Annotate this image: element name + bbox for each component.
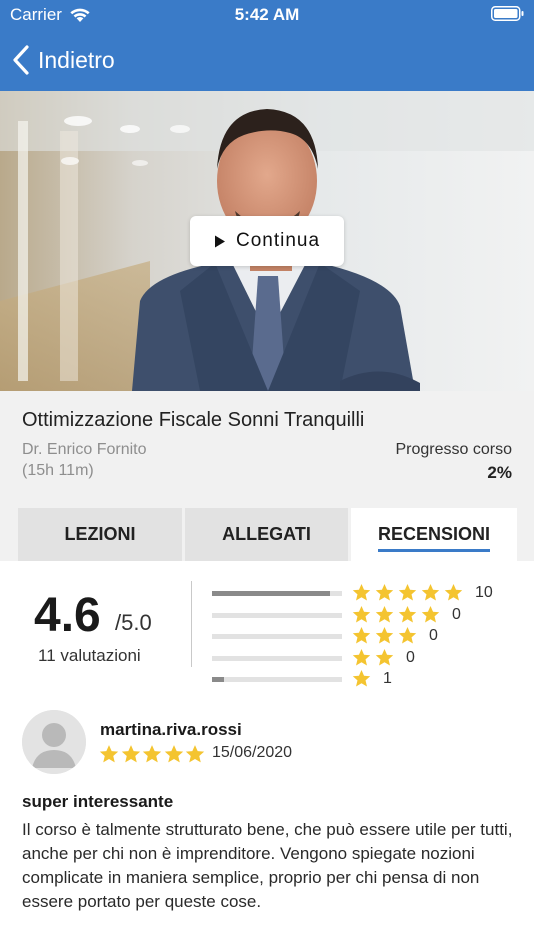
star-icon bbox=[352, 648, 371, 665]
rating-row-5-stars: 10 bbox=[212, 583, 512, 603]
battery-icon bbox=[491, 6, 524, 21]
chevron-left-icon bbox=[13, 45, 29, 75]
star-icon bbox=[375, 605, 394, 622]
continue-label: Continua bbox=[235, 230, 321, 251]
status-bar: Carrier 5:42 AM bbox=[0, 0, 534, 30]
star-icon bbox=[444, 584, 463, 601]
rating-bar bbox=[212, 655, 342, 661]
tab-lezioni[interactable]: LEZIONI bbox=[18, 508, 182, 561]
rating-count: 11 valutazioni bbox=[38, 646, 141, 665]
avatar bbox=[22, 710, 86, 774]
review-stars bbox=[99, 744, 207, 764]
rating-row-1-stars: 1 bbox=[212, 669, 512, 689]
star-icon bbox=[421, 605, 440, 622]
rating-row-count: 0 bbox=[452, 605, 461, 623]
star-icon bbox=[375, 584, 394, 601]
star-icon bbox=[352, 670, 371, 687]
star-icon bbox=[398, 584, 417, 601]
average-score: 4.6 bbox=[34, 589, 101, 642]
review-username: martina.riva.rossi bbox=[100, 720, 242, 739]
rating-bar-fill bbox=[212, 677, 224, 682]
course-hero-video[interactable]: Continua bbox=[0, 91, 534, 391]
tab-lezioni-label: LEZIONI bbox=[64, 524, 136, 544]
course-author: Dr. Enrico Fornito bbox=[22, 441, 147, 458]
rating-bar-fill bbox=[212, 591, 331, 596]
rating-bar bbox=[212, 591, 342, 596]
navigation-bar: Carrier 5:42 AM Indietro bbox=[0, 0, 534, 91]
star-icon bbox=[375, 648, 394, 665]
course-info: Ottimizzazione Fiscale Sonni Tranquilli … bbox=[0, 391, 534, 561]
rating-row-count: 0 bbox=[429, 627, 438, 644]
star-icon bbox=[421, 584, 440, 601]
rating-row-stars bbox=[352, 669, 375, 688]
course-duration: (15h 11m) bbox=[22, 462, 94, 479]
review-date: 15/06/2020 bbox=[212, 744, 293, 761]
review-body: Il corso è talmente strutturato bene, ch… bbox=[22, 820, 513, 911]
star-icon bbox=[99, 745, 119, 763]
continue-button[interactable]: Continua bbox=[190, 216, 344, 266]
star-icon bbox=[142, 745, 162, 763]
progress-value: 2% bbox=[487, 463, 512, 482]
user-avatar-icon bbox=[22, 710, 86, 774]
review-title: super interessante bbox=[22, 792, 174, 811]
max-score: /5.0 bbox=[115, 610, 152, 635]
course-tabs: LEZIONI ALLEGATI RECENSIONI bbox=[0, 508, 534, 561]
rating-row-3-stars: 0 bbox=[212, 626, 512, 646]
tab-allegati-label: ALLEGATI bbox=[222, 524, 311, 544]
rating-row-stars bbox=[352, 583, 467, 602]
star-icon bbox=[121, 745, 140, 763]
star-icon bbox=[352, 605, 371, 622]
star-icon bbox=[352, 627, 371, 644]
star-icon bbox=[398, 605, 417, 622]
rating-row-stars bbox=[352, 626, 421, 645]
rating-bar bbox=[212, 634, 342, 639]
rating-row-count: 1 bbox=[383, 670, 392, 687]
rating-row-4-stars: 0 bbox=[212, 605, 512, 625]
rating-summary: 4.6 /5.0 11 valutazioni 10 0 0 0 1 bbox=[0, 561, 534, 696]
star-icon bbox=[398, 627, 417, 644]
rating-row-stars bbox=[352, 648, 398, 667]
tab-recensioni-label: RECENSIONI bbox=[377, 524, 491, 552]
star-icon bbox=[185, 745, 205, 763]
tab-recensioni[interactable]: RECENSIONI bbox=[351, 508, 517, 561]
status-time: 5:42 AM bbox=[234, 5, 300, 24]
rating-row-count: 10 bbox=[475, 584, 493, 601]
rating-row-count: 0 bbox=[406, 648, 415, 666]
back-label: Indietro bbox=[38, 46, 115, 73]
star-icon bbox=[352, 584, 371, 601]
back-button[interactable]: Indietro bbox=[12, 44, 115, 76]
tab-allegati[interactable]: ALLEGATI bbox=[185, 508, 348, 561]
rating-divider bbox=[191, 581, 192, 667]
course-title: Ottimizzazione Fiscale Sonni Tranquilli bbox=[22, 409, 365, 431]
rating-row-stars bbox=[352, 605, 444, 624]
play-icon bbox=[214, 235, 225, 247]
star-icon bbox=[375, 627, 394, 644]
rating-bar bbox=[212, 677, 342, 682]
rating-row-2-stars: 0 bbox=[212, 648, 512, 668]
rating-bar bbox=[212, 612, 342, 618]
progress-label: Progresso corso bbox=[395, 441, 513, 458]
star-icon bbox=[164, 745, 183, 763]
